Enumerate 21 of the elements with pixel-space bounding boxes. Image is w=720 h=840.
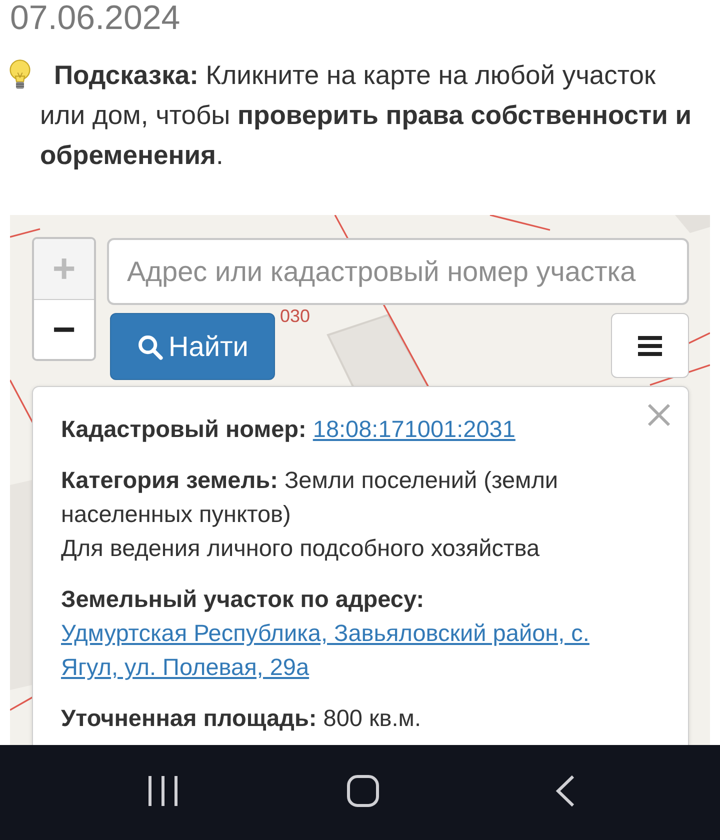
menu-button[interactable]: [611, 313, 689, 378]
close-icon: [647, 403, 671, 427]
home-icon[interactable]: [347, 775, 379, 807]
field-note: Для ведения личного подсобного хозяйства: [61, 534, 541, 563]
search-icon: [136, 334, 163, 360]
lightbulb-icon: [8, 59, 32, 91]
address-link[interactable]: Удмуртская Республика, Завьяловский район, с. Ягул, ул. Полевая, 29а: [61, 616, 638, 684]
search-field[interactable]: Адрес или кадастровый номер участка: [107, 238, 689, 305]
field-text: Кадастровый номер: 18:08:171001:2031: [61, 415, 516, 444]
hint-text: Подсказка: Кликните на карте на любой участок или дом, чтобы проверить права собственности и обременения.: [40, 59, 693, 172]
parcel-number-label: 030: [280, 307, 310, 326]
recents-icon[interactable]: [148, 776, 178, 806]
field-link[interactable]: 18:08:171001:2031: [312, 416, 516, 442]
field-text: Уточненная площадь: 800 кв.м.: [61, 704, 422, 733]
field-label: Земельный участок по адресу:: [61, 585, 424, 614]
back-icon[interactable]: [555, 775, 575, 807]
field-text: Категория земель: Земли поселений (земли населенных пунктов): [61, 466, 560, 529]
date-text: 07.06.2024: [9, 0, 182, 36]
zoom-out-button[interactable]: −: [34, 299, 94, 359]
search-button[interactable]: Найти: [110, 313, 275, 380]
menu-icon: [638, 336, 662, 356]
